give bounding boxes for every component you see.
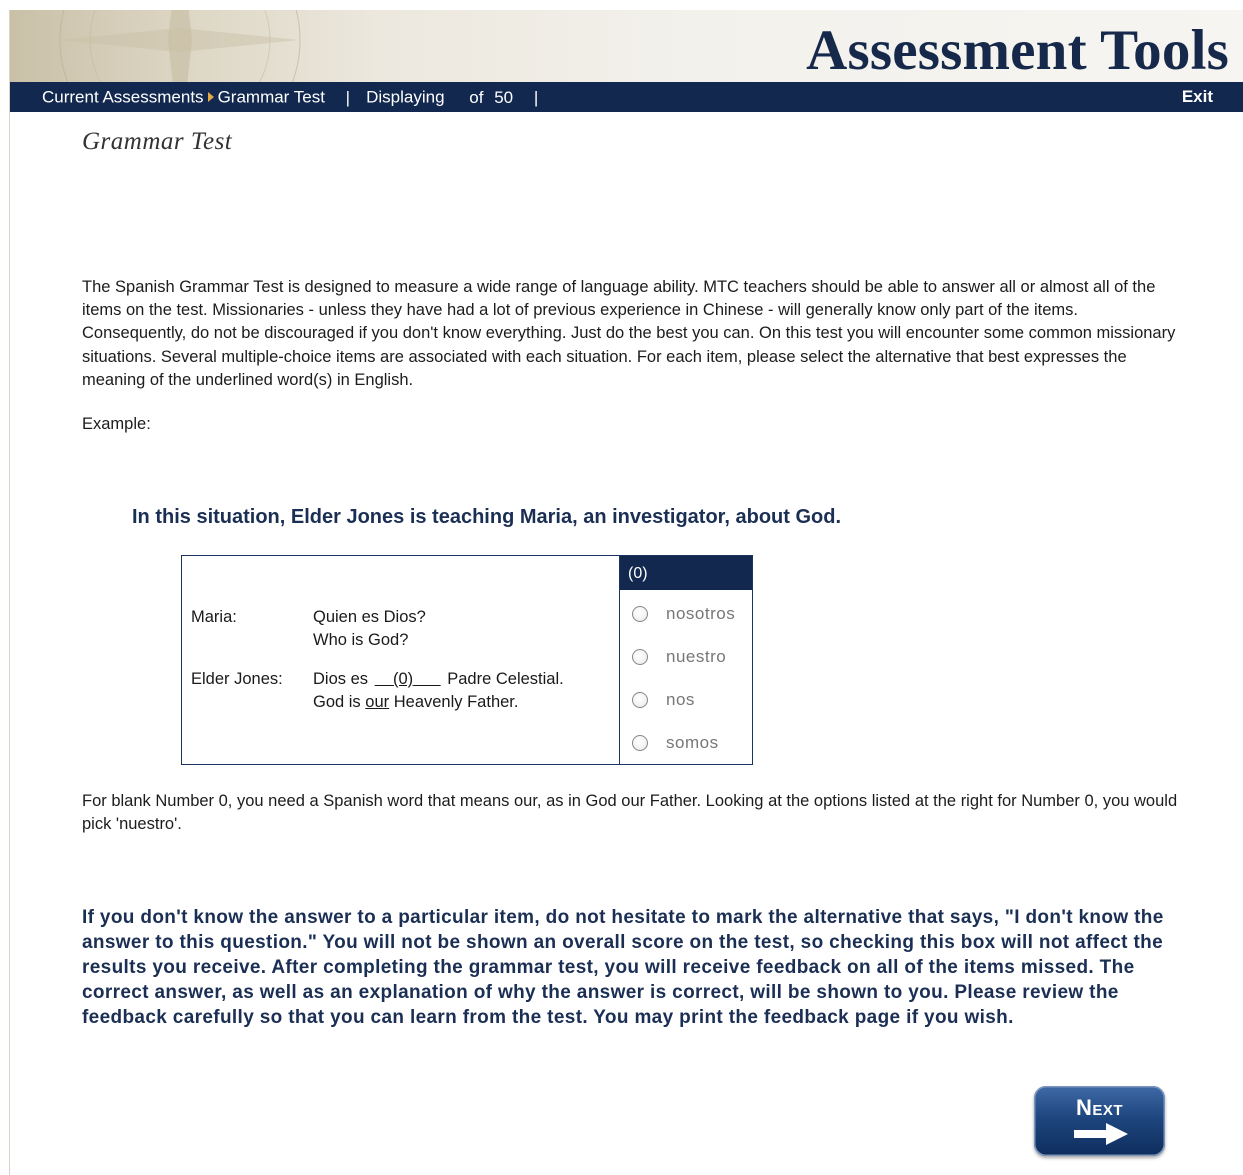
next-button-label: Next <box>1075 1095 1124 1120</box>
instructions-note: If you don't know the answer to a partic… <box>82 907 1164 1028</box>
example-dialog: Maria: Quien es Dios? Who is God? Elder … <box>182 556 620 764</box>
english-underlined: our <box>365 693 390 711</box>
options-header: (0) <box>620 556 752 590</box>
blank-number: (0) <box>392 670 414 688</box>
next-button[interactable]: Next <box>1034 1086 1165 1156</box>
option-label: nosotros <box>666 604 736 623</box>
speaker-elder-jones: Elder Jones: <box>191 670 283 688</box>
option-nuestro[interactable]: nuestro <box>632 645 726 669</box>
explanation-paragraph: For blank Number 0, you need a Spanish w… <box>82 792 1178 833</box>
displaying-label: Displaying <box>366 87 445 107</box>
radio-button[interactable] <box>632 735 648 751</box>
of-label: of <box>469 87 484 107</box>
elder-jones-english: God is our Heavenly Father. <box>313 693 518 712</box>
header-banner: W Assessment Tools <box>10 10 1243 82</box>
speaker-maria: Maria: <box>191 608 237 626</box>
nav-separator: | <box>533 87 539 107</box>
breadcrumb: Current Assessments Grammar Test | Display… <box>42 82 554 113</box>
page-title: Grammar Test <box>82 128 233 155</box>
elder-jones-spanish: Dios es (0) Padre Celestial. <box>313 670 564 689</box>
example-label: Example: <box>82 415 151 433</box>
option-somos[interactable]: somos <box>632 731 719 755</box>
maria-spanish: Quien es Dios? <box>313 608 426 626</box>
situation-heading: In this situation, Elder Jones is teachi… <box>132 506 842 528</box>
app-title: Assessment Tools <box>806 19 1229 82</box>
nav-separator: | <box>345 87 351 107</box>
radio-button[interactable] <box>632 606 648 622</box>
exit-link[interactable]: Exit <box>1182 82 1213 112</box>
right-arrow-icon <box>1074 1123 1128 1145</box>
english-after: Heavenly Father. <box>393 693 519 711</box>
top-nav-bar: Current Assessments Grammar Test | Display… <box>10 82 1243 112</box>
breadcrumb-current-assessments[interactable]: Current Assessments <box>42 88 204 107</box>
option-nos[interactable]: nos <box>632 688 695 712</box>
option-label: somos <box>666 733 719 752</box>
spanish-before-blank: Dios es <box>313 670 369 688</box>
spanish-after-blank: Padre Celestial. <box>447 670 564 688</box>
svg-text:W: W <box>99 10 139 16</box>
radio-button[interactable] <box>632 692 648 708</box>
example-options: (0) nosotros nuestro nos somos <box>620 556 752 764</box>
answer-blank: (0) <box>373 670 443 688</box>
option-label: nos <box>666 690 695 709</box>
page-frame <box>9 10 10 1175</box>
breadcrumb-arrow-icon <box>207 91 214 102</box>
intro-paragraph: The Spanish Grammar Test is designed to … <box>82 278 1176 389</box>
example-box: Maria: Quien es Dios? Who is God? Elder … <box>181 555 753 765</box>
option-label: nuestro <box>666 647 727 666</box>
radio-button[interactable] <box>632 649 648 665</box>
total-count: 50 <box>494 87 514 107</box>
maria-english: Who is God? <box>313 631 409 649</box>
option-nosotros[interactable]: nosotros <box>632 602 735 626</box>
compass-rose-decoration: W <box>59 10 301 82</box>
english-before: God is <box>313 693 361 711</box>
breadcrumb-grammar-test: Grammar Test <box>217 87 325 107</box>
